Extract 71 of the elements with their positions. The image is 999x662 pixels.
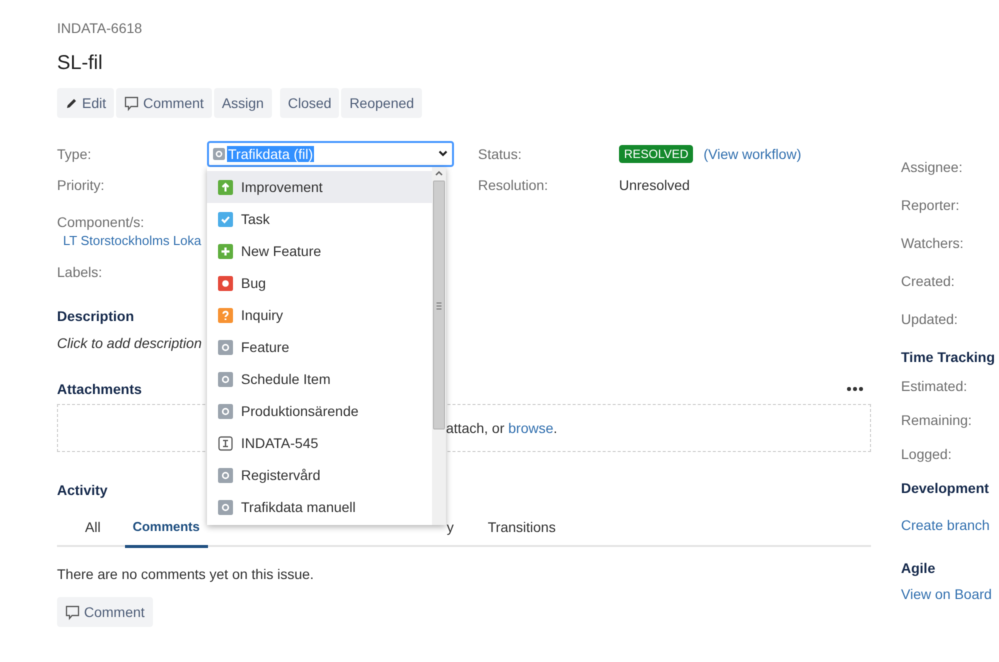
section-heading: Activity	[57, 481, 108, 499]
create-branch-link[interactable]: Create branch	[901, 517, 999, 533]
sidebar-label: Watchers:	[901, 234, 964, 252]
sidebar-label: Updated:	[901, 310, 959, 328]
activity-tab[interactable]: y	[446, 515, 454, 545]
field-label: Component/s:	[57, 213, 144, 232]
issue-type-icon	[218, 244, 233, 258]
issue-type-icon	[213, 148, 225, 160]
empty-message: There are no comments yet on this issue.	[57, 565, 315, 583]
field-label: Type:	[57, 146, 92, 162]
toolbar-button[interactable]: Assign	[214, 88, 272, 118]
type-option[interactable]: Registervård	[207, 459, 432, 491]
dropzone-text: attach, or browse.	[446, 420, 558, 436]
type-option[interactable]: Schedule Item	[207, 363, 432, 395]
sidebar-label: Remaining:	[901, 411, 973, 429]
issue-type-icon	[218, 436, 233, 450]
field-label: Labels:	[57, 263, 102, 281]
type-option[interactable]: Inquiry	[207, 299, 432, 331]
field-label: Priority:	[57, 176, 106, 192]
issue-type-icon	[218, 340, 233, 354]
section-heading: Attachments	[57, 381, 142, 397]
type-option[interactable]: Feature	[207, 331, 432, 363]
activity-tab[interactable]: All	[85, 515, 101, 545]
issue-type-icon	[218, 212, 233, 226]
type-option[interactable]: Task	[207, 203, 432, 235]
browse-link[interactable]: browse	[508, 420, 554, 436]
component-link[interactable]: LT Storstockholms Loka	[63, 232, 202, 250]
view-on-board-link[interactable]: View on Board	[901, 586, 999, 602]
field-label: Resolution:	[477, 176, 550, 192]
sidebar-label: Reporter:	[901, 196, 960, 214]
type-option[interactable]: Trafikdata manuell	[207, 491, 432, 523]
section-heading: Description	[57, 307, 134, 325]
type-option[interactable]: Produktionsärende	[207, 395, 432, 427]
type-option[interactable]: Bug	[207, 267, 432, 299]
workflow-button[interactable]: Reopened	[341, 88, 422, 118]
sidebar-label: Assignee:	[901, 158, 964, 176]
sidebar-label: Created:	[901, 272, 956, 290]
issue-type-icon	[218, 404, 233, 418]
issue-type-icon	[218, 372, 233, 386]
issue-type-icon	[218, 276, 233, 290]
type-option[interactable]: INDATA-545	[207, 427, 432, 459]
sidebar-heading: Agile	[901, 559, 936, 577]
pencil-icon	[65, 96, 78, 110]
issue-type-icon	[218, 308, 233, 322]
activity-tab[interactable]: Transitions	[488, 515, 556, 545]
workflow-button[interactable]: Closed	[280, 88, 340, 118]
sidebar-heading: Development	[901, 479, 990, 497]
toolbar-button[interactable]: Edit	[57, 88, 114, 118]
chevron-icon	[438, 150, 448, 157]
issue-type-icon	[218, 180, 233, 194]
scrollbar[interactable]	[432, 167, 446, 525]
sidebar-heading: Time Tracking	[901, 348, 996, 366]
type-option[interactable]: Improvement	[207, 171, 432, 203]
description-placeholder[interactable]: Click to add description	[57, 334, 205, 352]
more-icon[interactable]	[847, 387, 863, 391]
toolbar-button[interactable]: Comment	[116, 88, 212, 118]
comment-icon	[65, 604, 80, 620]
comment-button[interactable]: Comment	[57, 597, 153, 627]
type-option[interactable]: New Feature	[207, 235, 432, 267]
comment-icon	[124, 96, 140, 110]
issue-type-icon	[218, 468, 233, 482]
issue-title: SL-fil	[57, 51, 104, 76]
issue-key: INDATA-6618	[57, 19, 871, 37]
view-workflow-link[interactable]: (View workflow)	[703, 146, 802, 162]
sidebar-label: Logged:	[901, 445, 953, 463]
activity-tab[interactable]: Comments	[124, 515, 208, 548]
issue-type-icon	[218, 500, 233, 514]
field-label: Status:	[477, 146, 523, 162]
resolution-value: Unresolved	[619, 176, 691, 192]
status-lozenge: RESOLVED	[619, 144, 694, 162]
sidebar-label: Estimated:	[901, 377, 968, 395]
